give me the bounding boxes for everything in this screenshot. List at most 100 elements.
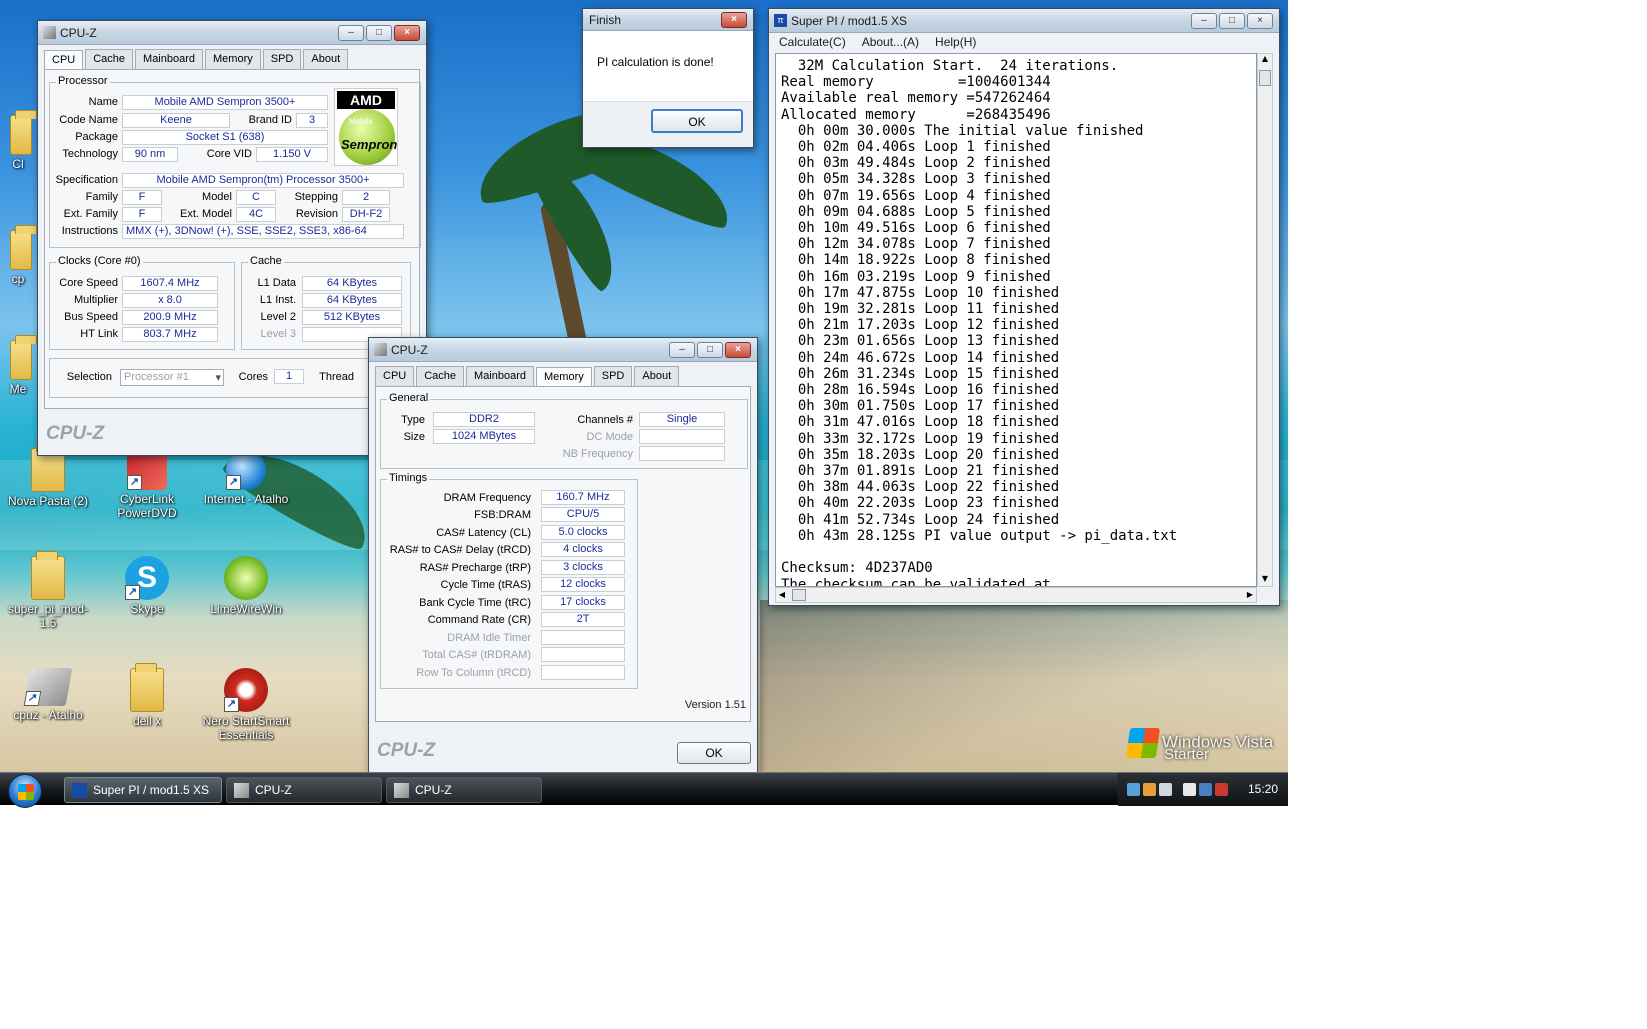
close-button[interactable]: × xyxy=(394,25,420,41)
timing-value: 5.0 clocks xyxy=(541,525,625,540)
timing-label: RAS# Precharge (tRP) xyxy=(419,562,531,574)
superpi-window: π Super PI / mod1.5 XS – □ × Calculate(C… xyxy=(768,8,1280,606)
display-icon[interactable] xyxy=(1159,783,1172,796)
desktop-icon-dell-x[interactable]: dell x xyxy=(99,663,195,728)
brandid-value: 3 xyxy=(296,113,328,128)
tab-cpu[interactable]: CPU xyxy=(375,366,415,386)
taskbar-item-cpuz-2[interactable]: CPU-Z xyxy=(386,777,542,803)
taskbar-item-label: CPU-Z xyxy=(415,783,452,797)
titlebar[interactable]: CPU-Z – □ × xyxy=(369,338,757,362)
taskbar-clock[interactable]: 15:20 xyxy=(1248,782,1278,796)
security-icon[interactable] xyxy=(1215,783,1228,796)
start-button[interactable] xyxy=(8,774,42,808)
menu-calculate[interactable]: Calculate(C) xyxy=(779,35,846,51)
model-label: Model xyxy=(202,191,232,203)
cpuz-brand: CPU-Z xyxy=(46,423,105,444)
scroll-up-arrow-icon[interactable]: ▲ xyxy=(1258,54,1272,66)
tab-cache[interactable]: Cache xyxy=(85,49,134,69)
group-label: Timings xyxy=(387,472,430,484)
close-button[interactable]: × xyxy=(725,342,751,358)
ok-button[interactable]: OK xyxy=(651,109,743,133)
tab-memory[interactable]: Memory xyxy=(536,367,592,387)
desktop-icon-powerdvd[interactable]: ↗ CyberLink PowerDVD xyxy=(99,450,195,520)
cpuz-chip-icon: ↗ xyxy=(23,668,73,706)
channels-label: Channels # xyxy=(577,414,633,426)
extmodel-label: Ext. Model xyxy=(180,208,232,220)
tab-memory[interactable]: Memory xyxy=(205,49,261,69)
desktop-icon-nova-pasta[interactable]: Nova Pasta (2) xyxy=(0,443,96,508)
l1inst-label: L1 Inst. xyxy=(259,294,296,306)
taskbar-item-superpi[interactable]: Super PI / mod1.5 XS xyxy=(64,777,222,803)
scroll-down-arrow-icon[interactable]: ▼ xyxy=(1258,574,1272,586)
shortcut-arrow-icon: ↗ xyxy=(224,697,239,712)
processor-select[interactable]: Processor #1 xyxy=(120,369,224,386)
titlebar[interactable]: Finish × xyxy=(583,9,753,31)
cores-label: Cores xyxy=(238,371,268,383)
maximize-button[interactable]: □ xyxy=(1219,13,1245,29)
close-button[interactable]: × xyxy=(1247,13,1273,29)
console-text: 32M Calculation Start. 24 iterations. Re… xyxy=(781,58,1178,587)
tab-cache[interactable]: Cache xyxy=(416,366,465,386)
finish-dialog: Finish × PI calculation is done! OK xyxy=(582,8,754,148)
tab-about[interactable]: About xyxy=(303,49,349,69)
maximize-button[interactable]: □ xyxy=(366,25,392,41)
tab-spd[interactable]: SPD xyxy=(262,49,302,69)
network-icon[interactable] xyxy=(1127,783,1140,796)
timing-value: 160.7 MHz xyxy=(541,490,625,505)
timing-value xyxy=(541,630,625,645)
tab-about[interactable]: About xyxy=(634,366,680,386)
minimize-button[interactable]: – xyxy=(1191,13,1217,29)
desktop-icon-super-pi-folder[interactable]: super_pi_mod-1.5 xyxy=(0,551,96,630)
tab-bar: CPU Cache Mainboard Memory SPD About xyxy=(38,45,426,70)
threads-label: Thread xyxy=(319,371,354,383)
htlink-label: HT Link xyxy=(80,328,118,340)
nbfreq-label: NB Frequency xyxy=(562,448,633,460)
corespeed-value: 1607.4 MHz xyxy=(122,276,218,291)
desktop-icon-partial[interactable]: Cl xyxy=(0,110,37,171)
nbfreq-value xyxy=(639,446,725,461)
titlebar[interactable]: CPU-Z – □ × xyxy=(38,21,426,45)
desktop-icon-internet[interactable]: ↗ Internet - Atalho xyxy=(198,450,294,506)
technology-label: Technology xyxy=(62,148,118,160)
taskbar-item-cpuz-1[interactable]: CPU-Z xyxy=(226,777,382,803)
device-icon[interactable] xyxy=(1183,783,1196,796)
close-button[interactable]: × xyxy=(721,12,747,28)
timing-value xyxy=(541,647,625,662)
timings-group: Timings DRAM Frequency 160.7 MHz FSB:DRA… xyxy=(380,472,638,689)
tab-spd[interactable]: SPD xyxy=(593,366,633,386)
horizontal-scrollbar[interactable]: ◀ ▶ xyxy=(775,587,1257,603)
desktop-icon-label: cp xyxy=(11,272,25,286)
scroll-thumb[interactable] xyxy=(1259,70,1271,86)
logo-sempron: Sempron xyxy=(341,137,398,152)
cpuz-app-icon xyxy=(43,26,56,39)
monitor-icon[interactable] xyxy=(1199,783,1212,796)
timing-label: CAS# Latency (CL) xyxy=(436,527,531,539)
minimize-button[interactable]: – xyxy=(669,342,695,358)
desktop-icon-partial[interactable]: Me xyxy=(0,335,37,396)
maximize-button[interactable]: □ xyxy=(697,342,723,358)
desktop-icon-partial[interactable]: cp xyxy=(0,225,37,286)
scroll-left-arrow-icon[interactable]: ◀ xyxy=(776,588,788,602)
menu-about[interactable]: About...(A) xyxy=(862,35,919,51)
titlebar[interactable]: π Super PI / mod1.5 XS – □ × xyxy=(769,9,1279,33)
desktop-icon-limewire[interactable]: LimeWireWin xyxy=(198,556,294,616)
timing-label: DRAM Frequency xyxy=(443,492,531,504)
cores-value: 1 xyxy=(274,369,304,384)
group-label: Cache xyxy=(248,255,284,267)
l1inst-value: 64 KBytes xyxy=(302,293,402,308)
minimize-button[interactable]: – xyxy=(338,25,364,41)
desktop-icon-cpuz[interactable]: ↗ cpuz - Atalho xyxy=(0,668,96,722)
volume-icon[interactable] xyxy=(1143,783,1156,796)
tab-mainboard[interactable]: Mainboard xyxy=(466,366,535,386)
ok-button[interactable]: OK xyxy=(677,742,751,764)
scroll-right-arrow-icon[interactable]: ▶ xyxy=(1244,588,1256,602)
menu-help[interactable]: Help(H) xyxy=(935,35,976,51)
vertical-scrollbar[interactable]: ▲ ▼ xyxy=(1257,53,1273,587)
scroll-thumb[interactable] xyxy=(792,589,806,601)
output-console[interactable]: 32M Calculation Start. 24 iterations. Re… xyxy=(775,53,1257,587)
desktop-icon-nero[interactable]: ↗ Nero StartSmart Essentials xyxy=(198,668,294,742)
desktop-icon-skype[interactable]: S ↗ Skype xyxy=(99,556,195,616)
tab-mainboard[interactable]: Mainboard xyxy=(135,49,204,69)
tab-cpu[interactable]: CPU xyxy=(44,50,84,70)
family-label: Family xyxy=(85,191,118,203)
